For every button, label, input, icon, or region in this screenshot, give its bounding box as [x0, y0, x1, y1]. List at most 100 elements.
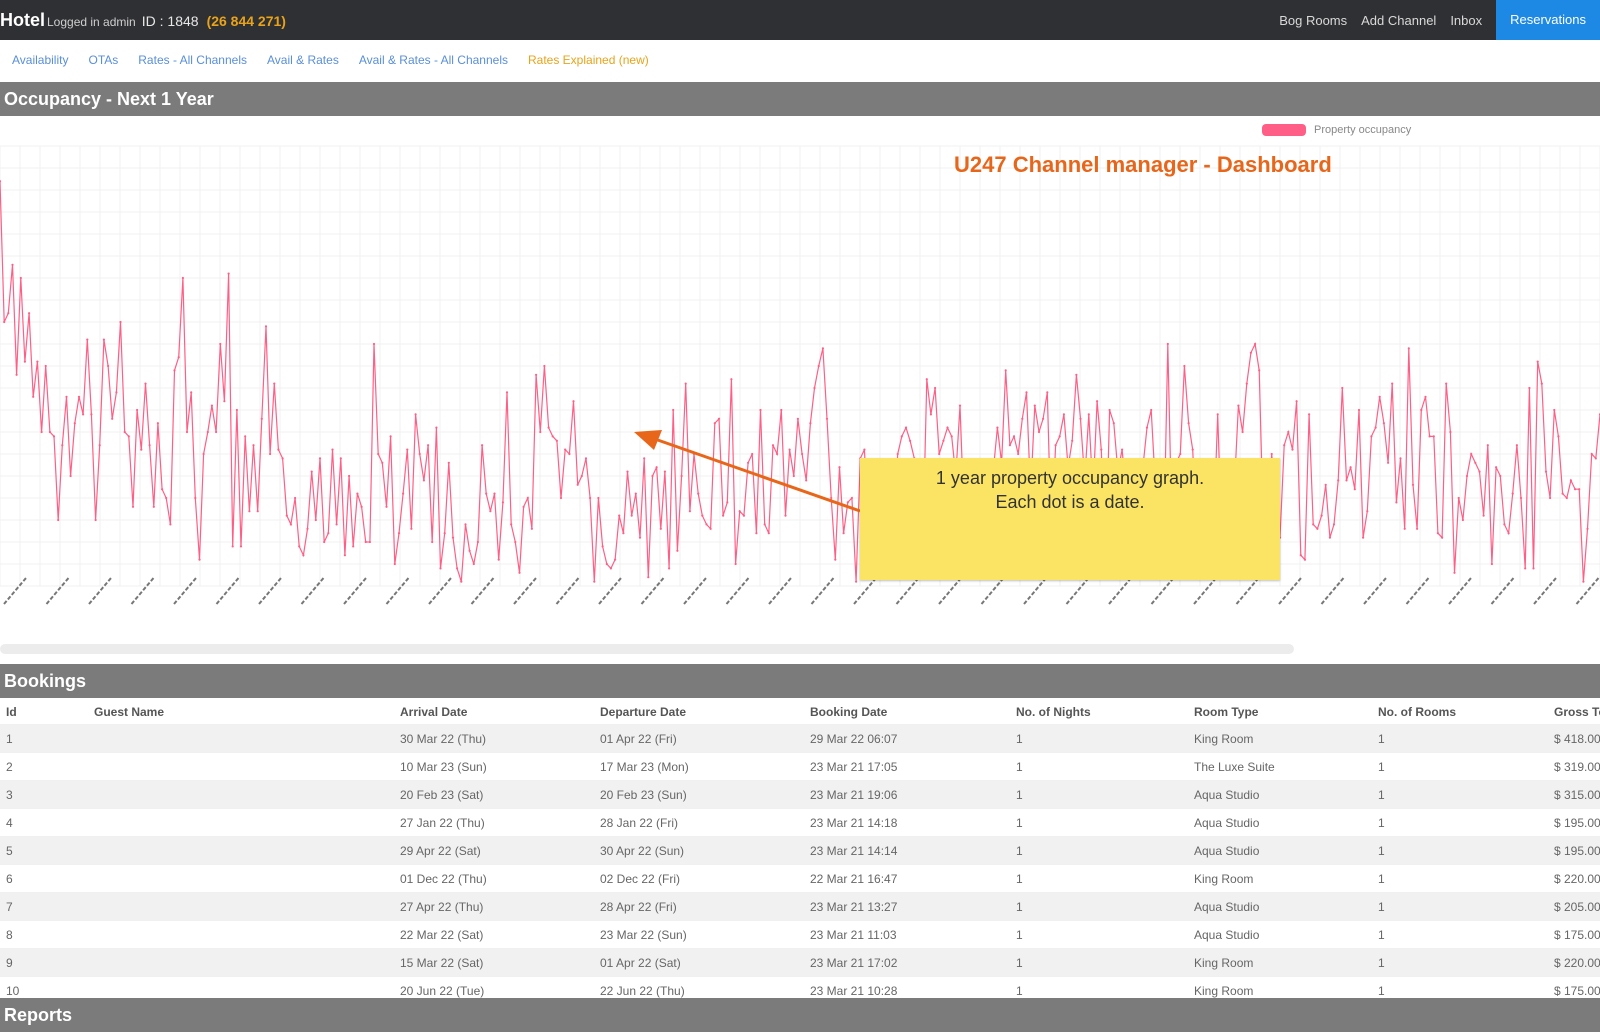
data-point[interactable]	[684, 382, 687, 385]
data-point[interactable]	[15, 373, 18, 376]
data-point[interactable]	[834, 558, 837, 561]
data-point[interactable]	[1324, 483, 1327, 486]
data-point[interactable]	[900, 435, 903, 438]
data-point[interactable]	[501, 501, 504, 504]
data-point[interactable]	[252, 444, 255, 447]
col-booking-date[interactable]: Booking Date	[804, 700, 1010, 725]
data-point[interactable]	[273, 382, 276, 385]
data-point[interactable]	[663, 470, 667, 473]
data-point[interactable]	[460, 580, 463, 583]
data-point[interactable]	[481, 444, 484, 447]
data-point[interactable]	[1312, 523, 1315, 526]
data-point[interactable]	[206, 430, 209, 434]
data-point[interactable]	[57, 518, 60, 522]
data-point[interactable]	[227, 272, 230, 275]
data-point[interactable]	[464, 523, 467, 526]
data-point[interactable]	[788, 448, 791, 451]
data-point[interactable]	[580, 474, 583, 478]
data-point[interactable]	[327, 532, 330, 535]
col-rooms[interactable]: No. of Rooms	[1372, 700, 1548, 725]
data-point[interactable]	[1245, 382, 1248, 385]
data-point[interactable]	[643, 457, 646, 460]
data-point[interactable]	[1540, 382, 1543, 385]
data-point[interactable]	[1017, 452, 1020, 456]
data-point[interactable]	[1037, 430, 1041, 434]
data-point[interactable]	[127, 435, 130, 438]
data-point[interactable]	[1378, 395, 1381, 398]
data-point[interactable]	[1004, 369, 1007, 372]
data-point[interactable]	[1299, 554, 1302, 557]
data-point[interactable]	[942, 439, 945, 442]
data-point[interactable]	[144, 382, 147, 385]
data-point[interactable]	[23, 360, 26, 363]
data-point[interactable]	[1241, 430, 1244, 434]
data-point[interactable]	[634, 492, 637, 495]
data-point[interactable]	[1295, 400, 1298, 403]
data-point[interactable]	[269, 452, 272, 456]
data-point[interactable]	[747, 461, 750, 464]
data-point[interactable]	[771, 444, 775, 447]
data-point[interactable]	[672, 408, 675, 412]
data-point[interactable]	[1283, 444, 1286, 447]
data-point[interactable]	[904, 426, 908, 429]
data-point[interactable]	[451, 536, 455, 539]
data-point[interactable]	[1071, 439, 1074, 442]
data-point[interactable]	[1096, 400, 1099, 403]
data-point[interactable]	[792, 474, 795, 478]
data-point[interactable]	[277, 448, 280, 451]
data-point[interactable]	[119, 320, 122, 324]
data-point[interactable]	[1441, 536, 1444, 539]
subnav-availability[interactable]: Availability	[12, 53, 68, 67]
data-point[interactable]	[738, 510, 741, 513]
data-point[interactable]	[1308, 413, 1311, 416]
data-point[interactable]	[1557, 435, 1560, 438]
data-point[interactable]	[123, 430, 126, 434]
data-point[interactable]	[755, 532, 758, 535]
data-point[interactable]	[1258, 369, 1261, 372]
data-point[interactable]	[522, 505, 525, 508]
brand[interactable]: Hotel Logged in admin ID : 1848 (26 844 271…	[0, 0, 286, 40]
data-point[interactable]	[82, 413, 85, 416]
data-point[interactable]	[958, 404, 962, 407]
data-point[interactable]	[422, 479, 425, 482]
data-point[interactable]	[1349, 466, 1352, 469]
data-point[interactable]	[102, 338, 105, 341]
data-point[interactable]	[32, 395, 35, 398]
data-point[interactable]	[335, 523, 338, 526]
data-point[interactable]	[697, 492, 700, 495]
data-point[interactable]	[1191, 448, 1194, 451]
data-point[interactable]	[397, 532, 401, 535]
data-point[interactable]	[65, 395, 68, 398]
table-row[interactable]: 6 01 Dec 22 (Thu) 02 Dec 22 (Fri) 22 Mar 21…	[0, 864, 1600, 893]
data-point[interactable]	[626, 470, 629, 473]
data-point[interactable]	[323, 540, 326, 544]
data-point[interactable]	[1046, 391, 1049, 394]
data-point[interactable]	[821, 347, 825, 350]
data-point[interactable]	[1187, 422, 1190, 425]
data-point[interactable]	[202, 452, 205, 456]
data-point[interactable]	[1495, 466, 1498, 469]
data-point[interactable]	[593, 580, 596, 583]
data-point[interactable]	[1033, 404, 1036, 407]
data-point[interactable]	[256, 510, 259, 513]
data-point[interactable]	[285, 514, 288, 517]
data-point[interactable]	[223, 400, 226, 403]
data-point[interactable]	[360, 505, 363, 508]
data-point[interactable]	[668, 567, 671, 570]
data-point[interactable]	[1270, 452, 1273, 456]
data-point[interactable]	[48, 430, 52, 434]
data-point[interactable]	[352, 545, 355, 548]
data-point[interactable]	[734, 562, 737, 566]
reservations-button[interactable]: Reservations	[1496, 0, 1600, 40]
data-point[interactable]	[1341, 386, 1344, 390]
data-point[interactable]	[389, 435, 392, 438]
data-point[interactable]	[1511, 492, 1514, 495]
table-row[interactable]: 4 27 Jan 22 (Thu) 28 Jan 22 (Fri) 23 Mar 21…	[0, 808, 1600, 837]
data-point[interactable]	[485, 492, 488, 495]
data-point[interactable]	[1482, 514, 1485, 517]
data-point[interactable]	[136, 408, 139, 412]
data-point[interactable]	[264, 325, 268, 328]
data-point[interactable]	[294, 496, 297, 500]
data-point[interactable]	[1449, 430, 1452, 434]
data-point[interactable]	[410, 527, 413, 530]
